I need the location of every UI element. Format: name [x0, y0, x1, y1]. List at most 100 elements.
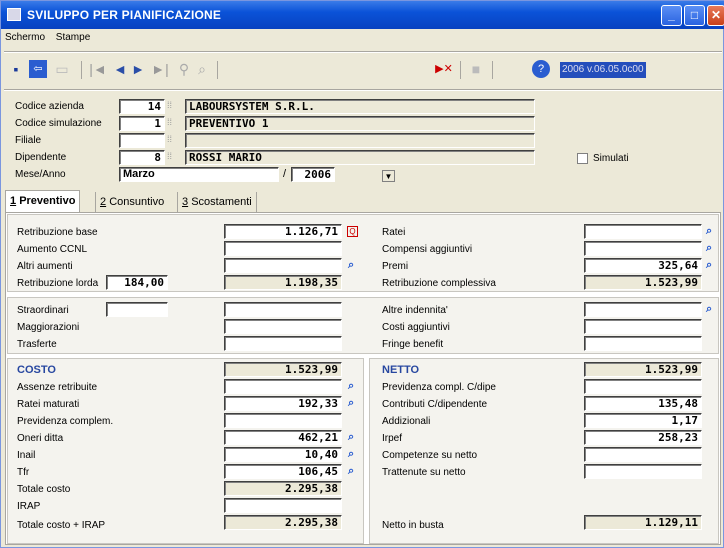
prev-record-icon[interactable]: ◄: [111, 60, 129, 78]
save-icon[interactable]: ▪: [7, 60, 25, 78]
search-icon[interactable]: ⌕: [348, 259, 354, 272]
maximize-button[interactable]: □: [684, 5, 705, 26]
binoculars-icon[interactable]: ⚲: [175, 60, 193, 78]
netto-total-field: 1.523,99: [584, 362, 702, 377]
search-icon[interactable]: Q: [347, 226, 358, 237]
menu-schermo[interactable]: Schermo: [5, 32, 45, 43]
premi-field[interactable]: 325,64: [584, 258, 702, 273]
row-label: Tfr: [17, 467, 30, 478]
previdenza-complem-field[interactable]: [224, 413, 342, 428]
search-icon[interactable]: ⌕: [348, 465, 354, 478]
altre-indennita-field[interactable]: [584, 302, 702, 317]
toolbar: ▪ ⇦ ▭ |◄ ◄ ► ►| ⚲ ⌕ ▶✕ ■ ? 2006 v.06.05.…: [5, 56, 721, 86]
totale-costo-field: 2.295,38: [224, 481, 342, 496]
preventivo-panel: Retribuzione base 1.126,71 Q Aumento CCN…: [5, 212, 721, 545]
back-icon[interactable]: ⇦: [29, 60, 47, 78]
menu-bar: Schermo Stampe: [5, 32, 98, 48]
netto-busta-label: Netto in busta: [382, 520, 444, 531]
delete-icon[interactable]: ▶✕: [435, 60, 453, 78]
lookup-icon[interactable]: ⁞⁞: [167, 100, 172, 110]
altri-aumenti-field[interactable]: [224, 258, 342, 273]
ratei-field[interactable]: [584, 224, 702, 239]
addizionali-field[interactable]: 1,17: [584, 413, 702, 428]
codice-azienda-code[interactable]: 14: [119, 99, 165, 114]
stop-icon[interactable]: ■: [467, 60, 485, 78]
row-label: Costi aggiuntivi: [382, 322, 450, 333]
netto-busta-field: 1.129,11: [584, 515, 702, 530]
irpef-field[interactable]: 258,23: [584, 430, 702, 445]
filiale-code[interactable]: [119, 133, 165, 148]
competenze-netto-field[interactable]: [584, 447, 702, 462]
lookup-icon[interactable]: ⁞⁞: [167, 151, 172, 161]
row-label: Contributi C/dipendente: [382, 399, 488, 410]
help-icon[interactable]: ?: [532, 60, 550, 78]
mese-anno-label: Mese/Anno: [15, 169, 66, 180]
codice-simulazione-code[interactable]: 1: [119, 116, 165, 131]
month-select[interactable]: Marzo ▼: [119, 167, 395, 182]
print-icon[interactable]: ▭: [53, 60, 71, 78]
search-icon[interactable]: ⌕: [706, 225, 712, 238]
menu-stampe[interactable]: Stampe: [56, 32, 90, 43]
filiale-name: [185, 133, 535, 148]
aumento-ccnl-field[interactable]: [224, 241, 342, 256]
row-label: Retribuzione base: [17, 227, 98, 238]
dipendente-label: Dipendente: [15, 152, 67, 163]
retribuzione-base-field[interactable]: 1.126,71: [224, 224, 342, 239]
tab-scostamenti[interactable]: 3 Scostamenti: [177, 192, 257, 212]
search-icon[interactable]: ⌕: [706, 259, 712, 272]
search-icon[interactable]: ⌕: [706, 242, 712, 255]
last-record-icon[interactable]: ►|: [151, 60, 169, 78]
app-window: SVILUPPO PER PIANIFICAZIONE _ □ ✕ Scherm…: [0, 0, 724, 548]
row-label: Premi: [382, 261, 409, 272]
chevron-down-icon[interactable]: ▼: [382, 170, 395, 182]
tab-consuntivo[interactable]: 2 Consuntivo: [95, 192, 168, 212]
magnifier-icon[interactable]: ⌕: [193, 60, 211, 78]
row-label: Altri aumenti: [17, 261, 73, 272]
tfr-field[interactable]: 106,45: [224, 464, 342, 479]
dipendente-code[interactable]: 8: [119, 150, 165, 165]
row-label: Trasferte: [17, 339, 57, 350]
compensi-aggiuntivi-field[interactable]: [584, 241, 702, 256]
first-record-icon[interactable]: |◄: [89, 60, 107, 78]
row-label: Totale costo + IRAP: [17, 520, 106, 531]
app-icon: [7, 8, 21, 21]
costi-aggiuntivi-field[interactable]: [584, 319, 702, 334]
retribuzione-lorda-extra-field[interactable]: 184,00: [106, 275, 168, 290]
simulati-label: Simulati: [593, 153, 629, 164]
row-label: Assenze retribuite: [17, 382, 98, 393]
straordinari-extra-field[interactable]: [106, 302, 168, 317]
oneri-ditta-field[interactable]: 462,21: [224, 430, 342, 445]
row-label: IRAP: [17, 501, 41, 512]
row-label: Retribuzione lorda: [17, 278, 99, 289]
row-label: Ratei: [382, 227, 406, 238]
maggiorazioni-field[interactable]: [224, 319, 342, 334]
divider: [4, 51, 722, 53]
assenze-retribuite-field[interactable]: [224, 379, 342, 394]
ratei-maturati-field[interactable]: 192,33: [224, 396, 342, 411]
lookup-icon[interactable]: ⁞⁞: [167, 134, 172, 144]
previdenza-compl-dipe-field[interactable]: [584, 379, 702, 394]
codice-simulazione-label: Codice simulazione: [15, 118, 102, 129]
close-button[interactable]: ✕: [707, 5, 724, 26]
contributi-dipendente-field[interactable]: 135,48: [584, 396, 702, 411]
simulati-checkbox[interactable]: [577, 153, 588, 164]
date-separator: /: [283, 168, 287, 180]
search-icon[interactable]: ⌕: [348, 431, 354, 444]
search-icon[interactable]: ⌕: [348, 397, 354, 410]
netto-title: NETTO: [382, 364, 420, 376]
year-field[interactable]: 2006: [291, 167, 335, 182]
lookup-icon[interactable]: ⁞⁞: [167, 117, 172, 127]
minimize-button[interactable]: _: [661, 5, 682, 26]
tab-preventivo[interactable]: 1 Preventivo: [5, 190, 81, 212]
inail-field[interactable]: 10,40: [224, 447, 342, 462]
straordinari-field[interactable]: [224, 302, 342, 317]
fringe-benefit-field[interactable]: [584, 336, 702, 351]
irap-field[interactable]: [224, 498, 342, 513]
row-label: Compensi aggiuntivi: [382, 244, 473, 255]
next-record-icon[interactable]: ►: [129, 60, 147, 78]
search-icon[interactable]: ⌕: [348, 448, 354, 461]
search-icon[interactable]: ⌕: [706, 303, 712, 316]
trattenute-netto-field[interactable]: [584, 464, 702, 479]
search-icon[interactable]: ⌕: [348, 380, 354, 393]
trasferte-field[interactable]: [224, 336, 342, 351]
